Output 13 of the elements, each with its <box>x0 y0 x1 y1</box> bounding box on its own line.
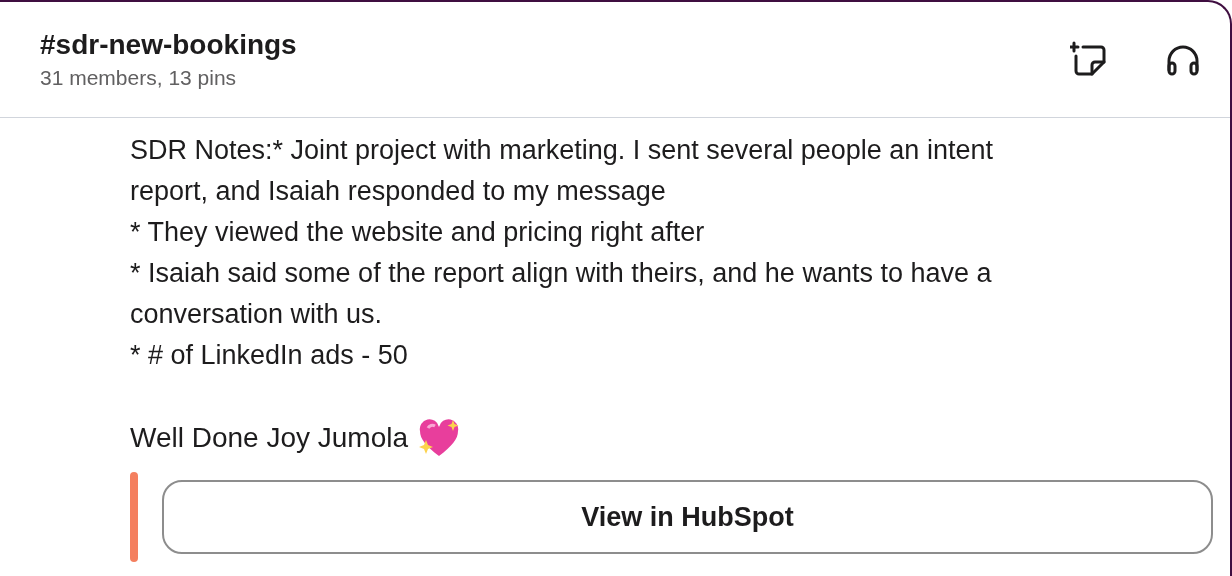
add-canvas-icon[interactable] <box>1070 40 1108 79</box>
view-in-hubspot-button[interactable]: View in HubSpot <box>162 480 1213 554</box>
message-line: report, and Isaiah responded to my message <box>130 175 667 208</box>
message-line: SDR Notes:* Joint project with marketing. I sent several people an intent <box>130 134 994 167</box>
message-line: * They viewed the website and pricing right after <box>130 216 706 249</box>
message-line: conversation with us. <box>130 298 384 331</box>
headphones-icon[interactable] <box>1166 43 1200 76</box>
message-text: Well Done Joy Jumola <box>130 421 409 455</box>
sparkling-heart-icon <box>418 417 461 458</box>
channel-details[interactable]: 31 members, 13 pins <box>40 62 297 93</box>
channel-name[interactable]: #sdr-new-bookings <box>40 26 297 63</box>
message-line: * # of LinkedIn ads - 50 <box>130 339 409 372</box>
message-line: * Isaiah said some of the report align with theirs, and he wants to have a <box>130 257 993 290</box>
